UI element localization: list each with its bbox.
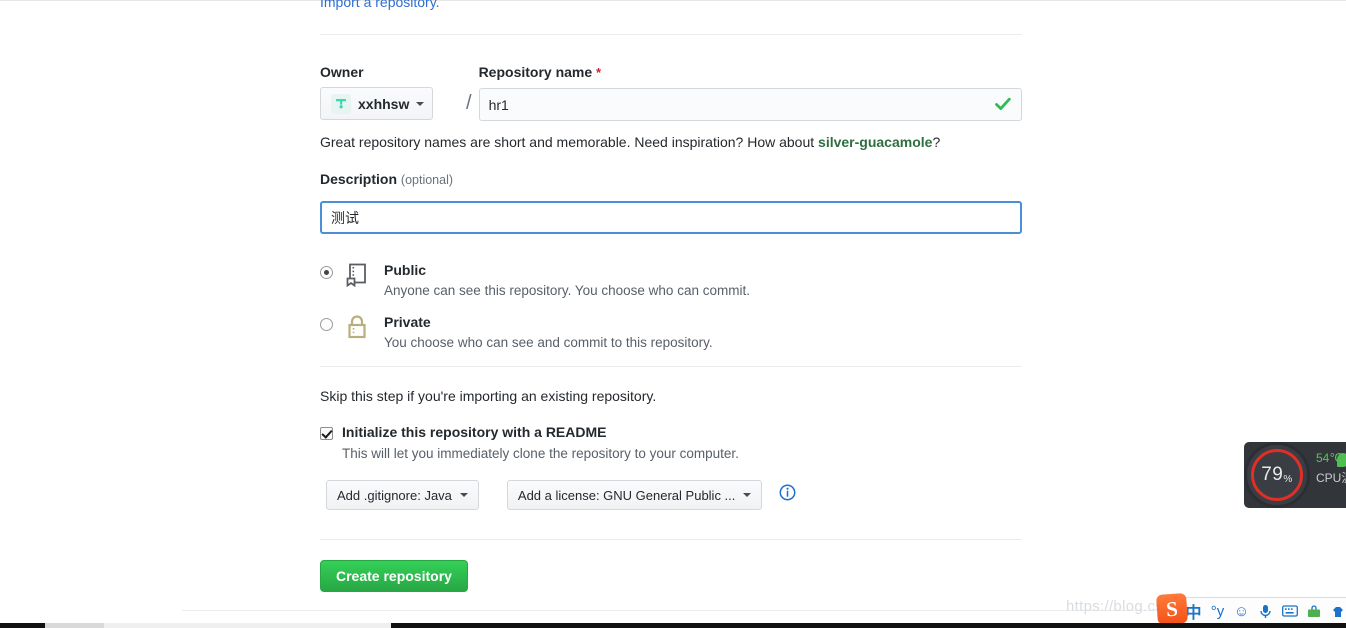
- cpu-usage-dial: 79%: [1244, 442, 1310, 508]
- owner-field: Owner xxhhsw: [320, 64, 459, 120]
- public-description: Anyone can see this repository. You choo…: [384, 283, 750, 298]
- repo-book-icon: [346, 262, 372, 292]
- ime-toolbar[interactable]: 中 °y ☺: [1180, 597, 1346, 625]
- repository-name-field: Repository name *: [478, 64, 1022, 121]
- suggested-name-link[interactable]: silver-guacamole: [818, 134, 932, 150]
- cpu-temperature-label: CPU温度: [1316, 471, 1346, 485]
- cpu-usage-value: 79%: [1261, 464, 1293, 486]
- description-field: Description (optional): [320, 171, 1022, 234]
- description-input[interactable]: [320, 201, 1022, 234]
- cpu-percent-unit: %: [1283, 474, 1293, 485]
- private-description: You choose who can see and commit to thi…: [384, 335, 713, 350]
- private-radio[interactable]: [320, 318, 333, 331]
- public-radio[interactable]: [320, 266, 333, 279]
- description-label: Description (optional): [320, 171, 1022, 188]
- readme-checkbox-row[interactable]: Initialize this repository with a README: [320, 424, 1022, 442]
- cpu-status-leaf-icon: [1337, 453, 1346, 467]
- hint-suffix: ?: [932, 134, 941, 150]
- owner-dropdown-button[interactable]: xxhhsw: [320, 87, 433, 120]
- description-label-text: Description: [320, 171, 398, 187]
- readme-checkbox[interactable]: [320, 427, 333, 440]
- import-repository-link[interactable]: Import a repository.: [320, 0, 1022, 9]
- readme-label[interactable]: Initialize this repository with a README: [342, 424, 606, 440]
- emoji-icon[interactable]: ☺: [1231, 601, 1252, 622]
- create-repository-button[interactable]: Create repository: [320, 560, 468, 592]
- chevron-down-icon: [416, 101, 425, 106]
- taskbar-edge: [0, 623, 1346, 628]
- public-option-text: Public Anyone can see this repository. Y…: [384, 262, 1022, 300]
- private-title[interactable]: Private: [384, 314, 1022, 331]
- gitignore-label: Add .gitignore: Java: [337, 487, 452, 503]
- cpu-monitor-widget[interactable]: 79% 54℃ CPU温度: [1244, 442, 1346, 508]
- repository-name-input-wrap: [478, 88, 1022, 121]
- user-avatar-icon: [331, 93, 351, 114]
- description-optional-text: (optional): [400, 173, 454, 187]
- voice-input-icon[interactable]: [1255, 601, 1276, 622]
- repository-name-hint: Great repository names are short and mem…: [320, 133, 1022, 151]
- cpu-percent-number: 79: [1261, 464, 1284, 485]
- chevron-down-icon: [459, 493, 468, 497]
- visibility-option-public[interactable]: Public Anyone can see this repository. Y…: [320, 262, 1022, 300]
- sogou-ime-logo-icon[interactable]: S: [1155, 592, 1189, 626]
- readme-sub-text: This will let you immediately clone the …: [342, 446, 739, 461]
- visibility-option-private[interactable]: Private You choose who can see and commi…: [320, 314, 1022, 352]
- owner-name-row: Owner xxhhsw / Repository name * hr1: [320, 64, 1022, 121]
- lock-icon: [346, 314, 372, 344]
- divider-top: [320, 34, 1022, 35]
- info-icon[interactable]: [779, 484, 796, 506]
- license-label: Add a license: GNU General Public ...: [517, 487, 736, 503]
- toolbox-icon[interactable]: [1303, 601, 1324, 622]
- taskbar-segment-1: [45, 623, 104, 628]
- punctuation-mode-icon[interactable]: °y: [1207, 601, 1228, 622]
- required-marker: *: [596, 65, 602, 80]
- check-icon: [995, 97, 1011, 110]
- divider-middle: [320, 366, 1022, 367]
- skip-step-text: Skip this step if you're importing an ex…: [320, 388, 657, 404]
- skin-icon[interactable]: [1327, 601, 1346, 622]
- new-repository-form: Import a repository. Owner xxhhsw / Repo…: [320, 0, 1022, 592]
- repository-name-label-text: Repository name: [478, 64, 593, 80]
- hint-prefix: Great repository names are short and mem…: [320, 134, 819, 150]
- chevron-down-icon: [743, 493, 752, 497]
- template-dropdowns: Add .gitignore: Java Add a license: GNU …: [326, 480, 1022, 510]
- taskbar-segment-2: [104, 623, 391, 628]
- divider-bottom: [320, 539, 1022, 540]
- repository-name-input[interactable]: [478, 88, 1022, 121]
- create-repository-page: Import a repository. Owner xxhhsw / Repo…: [0, 0, 1346, 628]
- license-dropdown-button[interactable]: Add a license: GNU General Public ...: [506, 480, 763, 510]
- gitignore-dropdown-button[interactable]: Add .gitignore: Java: [326, 480, 479, 510]
- private-option-text: Private You choose who can see and commi…: [384, 314, 1022, 352]
- path-separator: /: [466, 92, 472, 114]
- owner-name: xxhhsw: [358, 95, 410, 112]
- repository-name-label: Repository name *: [479, 64, 1022, 81]
- readme-text-block: Initialize this repository with a README: [342, 424, 606, 442]
- public-title[interactable]: Public: [384, 262, 1022, 279]
- owner-label: Owner: [320, 64, 364, 80]
- soft-keyboard-icon[interactable]: [1279, 601, 1300, 622]
- visibility-options: Public Anyone can see this repository. Y…: [320, 262, 1022, 352]
